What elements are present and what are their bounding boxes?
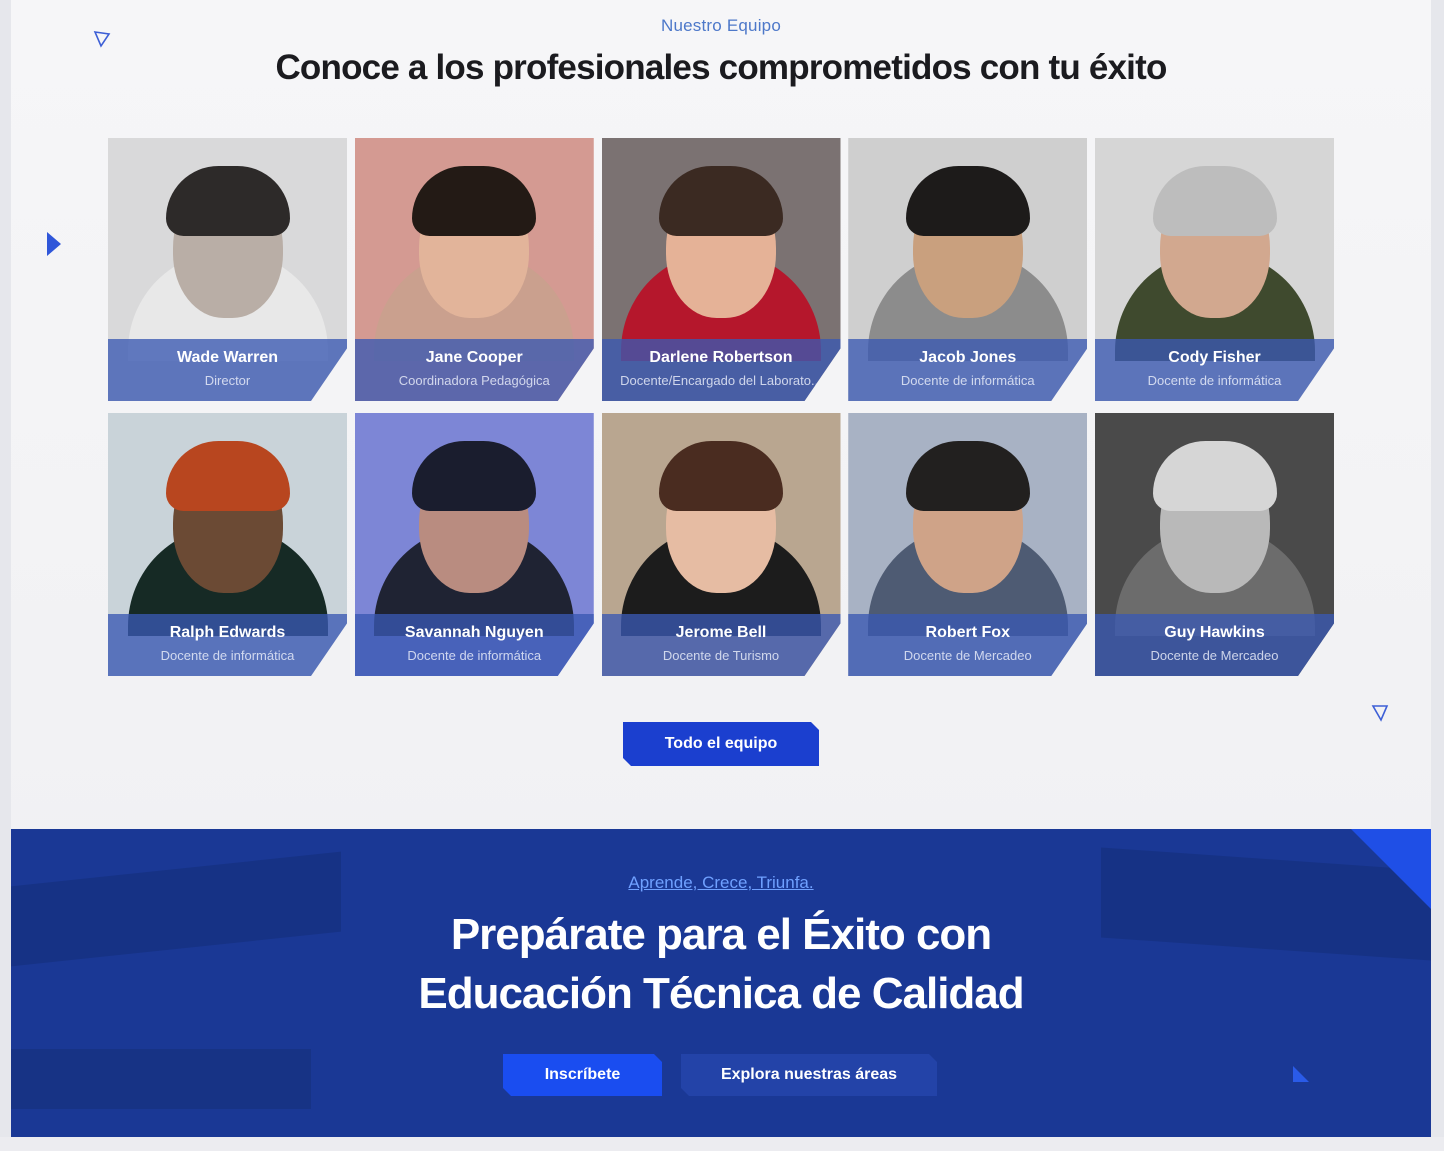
member-name: Jerome Bell: [675, 624, 767, 641]
member-caption: Ralph Edwards Docente de informática: [108, 614, 347, 676]
triangle-outline-icon: [1371, 705, 1389, 722]
member-caption: Jacob Jones Docente de informática: [848, 339, 1087, 401]
team-section: Nuestro Equipo Conoce a los profesionale…: [11, 0, 1431, 1151]
member-caption: Wade Warren Director: [108, 339, 347, 401]
member-caption: Cody Fisher Docente de informática: [1095, 339, 1334, 401]
member-name: Jacob Jones: [919, 349, 1017, 366]
corner-accent-shape: [1351, 829, 1431, 909]
member-role: Docente de informática: [160, 648, 295, 663]
triangle-accent-icon: [1293, 1066, 1309, 1082]
member-role: Docente de Turismo: [662, 648, 780, 663]
all-team-button[interactable]: Todo el equipo: [623, 722, 819, 766]
cta-title: Prepárate para el Éxito con Educación Té…: [11, 905, 1431, 1023]
member-role: Docente de Mercadeo: [1150, 648, 1279, 663]
section-title: Conoce a los profesionales comprometidos…: [275, 48, 1167, 87]
member-name: Robert Fox: [925, 624, 1010, 641]
triangle-play-icon: [47, 232, 61, 256]
member-name: Jane Cooper: [425, 349, 523, 366]
team-member-card[interactable]: Jacob Jones Docente de informática: [848, 138, 1087, 401]
team-member-card[interactable]: Ralph Edwards Docente de informática: [108, 413, 347, 676]
member-caption: Jane Cooper Coordinadora Pedagógica: [355, 339, 594, 401]
member-role: Docente de informática: [1147, 373, 1282, 388]
explore-areas-button[interactable]: Explora nuestras áreas: [681, 1054, 937, 1096]
member-role: Coordinadora Pedagógica: [398, 373, 550, 388]
team-member-card[interactable]: Robert Fox Docente de Mercadeo: [848, 413, 1087, 676]
member-role: Docente de Mercadeo: [903, 648, 1032, 663]
cta-eyebrow-link[interactable]: Aprende, Crece, Triunfa.: [11, 873, 1431, 893]
team-member-card[interactable]: Darlene Robertson Docente/Encargado del L…: [602, 138, 841, 401]
member-role: Director: [204, 373, 251, 388]
enroll-button[interactable]: Inscríbete: [503, 1054, 662, 1096]
member-role: Docente de informática: [407, 648, 542, 663]
member-name: Wade Warren: [176, 349, 279, 366]
page-bottom-edge: [0, 1137, 1444, 1151]
member-caption: Jerome Bell Docente de Turismo: [602, 614, 841, 676]
team-member-card[interactable]: Jerome Bell Docente de Turismo: [602, 413, 841, 676]
member-name: Cody Fisher: [1168, 349, 1261, 366]
cta-title-line-1: Prepárate para el Éxito con: [450, 910, 992, 959]
cta-banner: Aprende, Crece, Triunfa. Prepárate para …: [11, 829, 1431, 1137]
member-caption: Guy Hawkins Docente de Mercadeo: [1095, 614, 1334, 676]
member-caption: Savannah Nguyen Docente de informática: [355, 614, 594, 676]
team-member-card[interactable]: Cody Fisher Docente de informática: [1095, 138, 1334, 401]
team-member-card[interactable]: Wade Warren Director: [108, 138, 347, 401]
background-building-shape: [11, 1049, 311, 1109]
member-role: Docente/Encargado del Laborato...: [620, 373, 822, 388]
section-eyebrow: Nuestro Equipo: [661, 16, 781, 35]
member-name: Ralph Edwards: [169, 624, 286, 641]
member-role: Docente de informática: [900, 373, 1035, 388]
member-caption: Darlene Robertson Docente/Encargado del L…: [602, 339, 841, 401]
member-name: Savannah Nguyen: [404, 624, 544, 641]
member-name: Darlene Robertson: [649, 349, 793, 366]
member-name: Guy Hawkins: [1164, 624, 1265, 641]
team-member-card[interactable]: Guy Hawkins Docente de Mercadeo: [1095, 413, 1334, 676]
team-member-card[interactable]: Jane Cooper Coordinadora Pedagógica: [355, 138, 594, 401]
team-member-card[interactable]: Savannah Nguyen Docente de informática: [355, 413, 594, 676]
cta-title-line-2: Educación Técnica de Calidad: [418, 969, 1024, 1018]
member-caption: Robert Fox Docente de Mercadeo: [848, 614, 1087, 676]
